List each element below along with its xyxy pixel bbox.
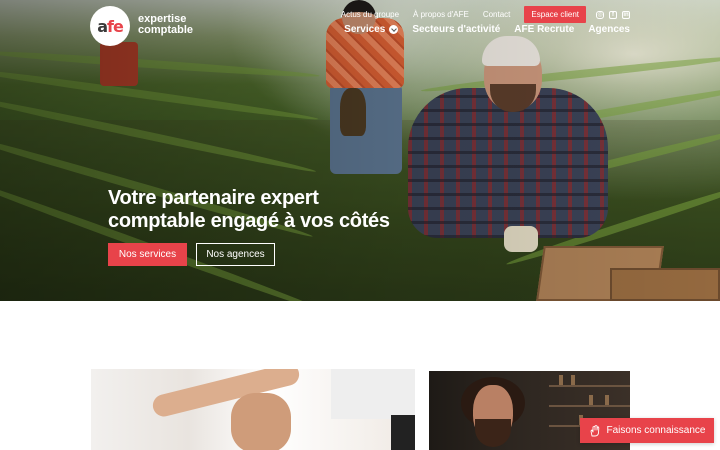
hero-title-line-2: comptable engagé à vos côtés bbox=[108, 210, 390, 232]
instagram-icon[interactable]: ◎ bbox=[596, 10, 604, 19]
link-a-propos[interactable]: À propos d'AFE bbox=[413, 10, 469, 19]
faisons-connaissance-label: Faisons connaissance bbox=[606, 425, 706, 436]
espace-client-button[interactable]: Espace client bbox=[524, 6, 586, 23]
social-links: ◎ f in bbox=[596, 10, 630, 19]
main-nav: Services Secteurs d'activité AFE Recrute… bbox=[344, 24, 630, 35]
nos-services-button[interactable]: Nos services bbox=[108, 243, 187, 266]
afe-logo[interactable]: afe bbox=[90, 6, 130, 46]
logo-line-2: comptable bbox=[138, 24, 194, 36]
linkedin-icon[interactable]: in bbox=[622, 10, 630, 19]
link-actus-du-groupe[interactable]: Actus du groupe bbox=[341, 10, 399, 19]
logo-mark: afe bbox=[97, 16, 124, 36]
logo-wordmark[interactable]: expertise comptable bbox=[138, 14, 193, 36]
waving-hand-icon bbox=[589, 424, 601, 437]
utility-nav: Actus du groupe À propos d'AFE Contact E… bbox=[341, 6, 630, 23]
nav-services-label: Services bbox=[344, 24, 386, 35]
chevron-down-icon[interactable] bbox=[389, 25, 399, 34]
facebook-icon[interactable]: f bbox=[609, 10, 617, 19]
nos-agences-button[interactable]: Nos agences bbox=[196, 243, 275, 266]
link-contact[interactable]: Contact bbox=[483, 10, 511, 19]
nav-services[interactable]: Services bbox=[344, 24, 399, 35]
nav-afe-recrute[interactable]: AFE Recrute bbox=[514, 24, 574, 35]
hero-title-line-1: Votre partenaire expert bbox=[108, 187, 319, 209]
nav-secteurs-activite[interactable]: Secteurs d'activité bbox=[412, 24, 500, 35]
nav-agences[interactable]: Agences bbox=[588, 24, 630, 35]
content-image-hands bbox=[91, 369, 415, 450]
hero-title: Votre partenaire expert comptable engagé… bbox=[108, 187, 428, 233]
faisons-connaissance-button[interactable]: Faisons connaissance bbox=[580, 418, 714, 443]
